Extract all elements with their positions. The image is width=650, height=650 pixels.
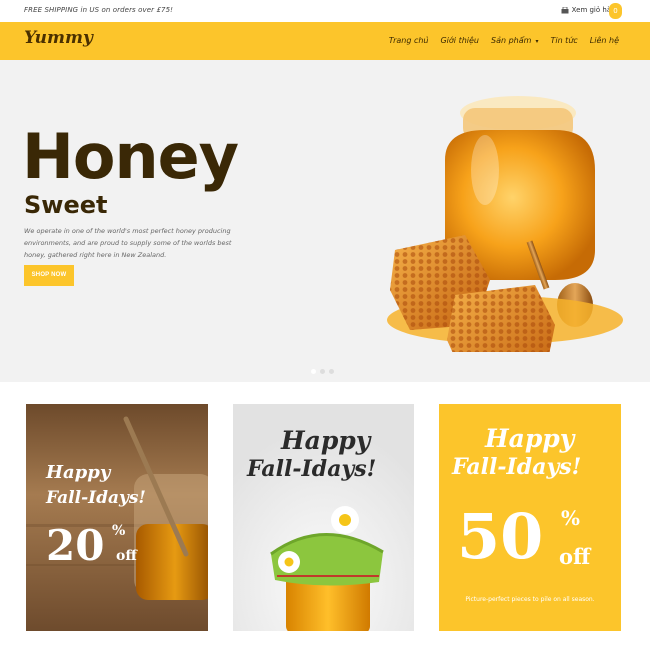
promo-3-caption: Picture-perfect pieces to pile on all se… bbox=[465, 596, 595, 603]
hero-subtitle: Sweet bbox=[24, 191, 108, 219]
nav-item-news[interactable]: Tin tức bbox=[550, 36, 577, 45]
nav-item-products-label: Sản phẩm bbox=[491, 36, 532, 45]
nav-item-products[interactable]: Sản phẩm ▾ bbox=[491, 36, 538, 45]
promo-banner-50-off[interactable]: Happy Fall-Idays! 50 % off Picture-perfe… bbox=[439, 404, 621, 631]
hero-title: Honey bbox=[22, 120, 239, 193]
promo-1-fallidays: Fall-Idays! bbox=[46, 488, 146, 508]
promo-3-off: off bbox=[559, 544, 591, 569]
honey-jar-image bbox=[387, 96, 623, 352]
slider-dots bbox=[311, 369, 334, 374]
promo-3-happy: Happy bbox=[485, 424, 575, 453]
promo-banner-20-off[interactable]: Happy Fall-Idays! 20 % off bbox=[26, 404, 208, 631]
promo-3-fallidays: Fall-Idays! bbox=[452, 454, 582, 480]
nav-item-about[interactable]: Giới thiệu bbox=[440, 36, 479, 45]
shop-now-button[interactable]: SHOP NOW bbox=[24, 265, 74, 286]
main-header: Yummy Trang chủ Giới thiệu Sản phẩm ▾ Tin… bbox=[0, 22, 650, 60]
promo-1-happy: Happy bbox=[46, 462, 111, 483]
promo-banner-fall-idays[interactable]: Happy Fall-Idays! bbox=[233, 404, 414, 631]
hero-description: We operate in one of the world's most pe… bbox=[24, 227, 232, 259]
slider-dot-2[interactable] bbox=[320, 369, 325, 374]
cart-count-badge[interactable]: 0 bbox=[609, 3, 622, 19]
hero-slider: Honey Sweet We operate in one of the wor… bbox=[0, 60, 650, 382]
promo-1-off: off bbox=[116, 548, 137, 564]
shipping-notice: FREE SHIPPING in US on orders over £75! bbox=[24, 6, 174, 14]
promo-3-pct-sign: % bbox=[561, 506, 581, 530]
slider-dot-1[interactable] bbox=[311, 369, 316, 374]
slider-dot-3[interactable] bbox=[329, 369, 334, 374]
nav-item-home[interactable]: Trang chủ bbox=[389, 36, 429, 45]
honey-jar-wood-photo bbox=[26, 404, 208, 631]
nav-item-contact[interactable]: Liên hệ bbox=[590, 36, 619, 45]
promo-3-percent: 50 bbox=[457, 500, 544, 573]
promo-1-pct-sign: % bbox=[112, 523, 126, 539]
chevron-down-icon: ▾ bbox=[535, 38, 539, 45]
promo-1-percent: 20 bbox=[46, 521, 105, 570]
main-nav: Trang chủ Giới thiệu Sản phẩm ▾ Tin tức L… bbox=[389, 36, 619, 45]
promo-2-fallidays: Fall-Idays! bbox=[247, 456, 377, 482]
basket-icon bbox=[561, 6, 569, 13]
top-bar: FREE SHIPPING in US on orders over £75! … bbox=[0, 0, 650, 22]
logo[interactable]: Yummy bbox=[24, 28, 93, 48]
promo-2-happy: Happy bbox=[281, 426, 371, 455]
